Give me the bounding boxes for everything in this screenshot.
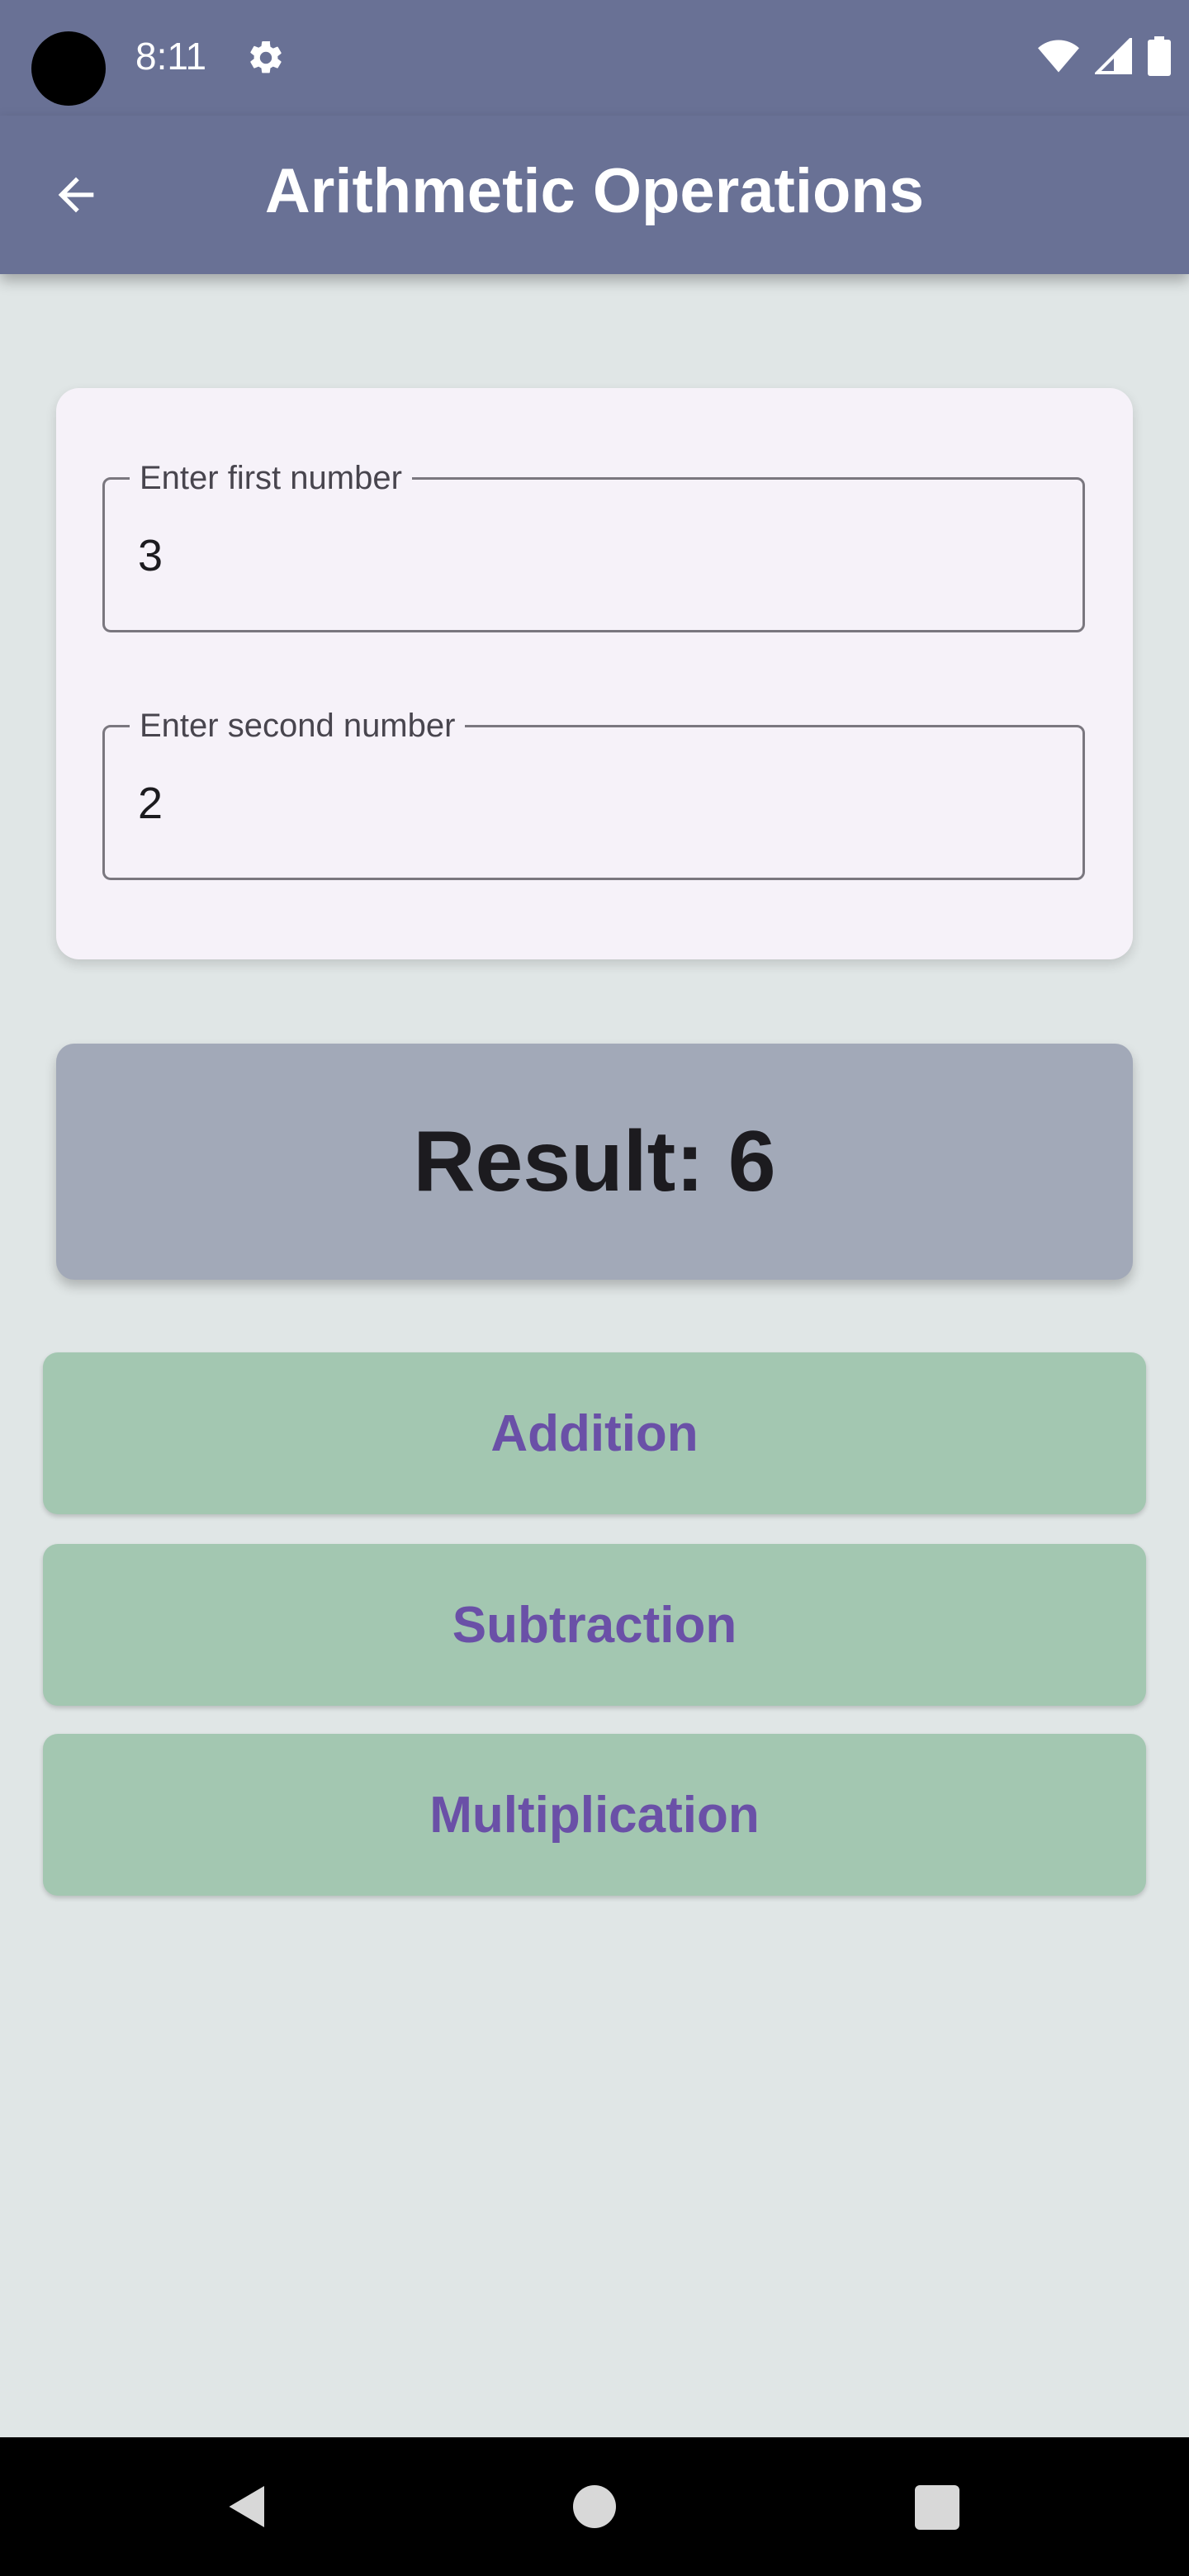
first-number-value[interactable]: 3 [138, 529, 163, 582]
cell-signal-icon [1095, 38, 1132, 74]
camera-cutout [31, 31, 106, 106]
second-number-label: Enter second number [130, 706, 466, 746]
second-number-field[interactable]: Enter second number 2 [102, 706, 1085, 880]
result-card: Result: 6 [56, 1044, 1133, 1280]
status-bar: 8:11 [0, 0, 1189, 116]
nav-home-icon[interactable] [573, 2485, 616, 2528]
second-number-value[interactable]: 2 [138, 777, 163, 830]
nav-back-icon[interactable] [223, 2482, 272, 2531]
input-card: Enter first number 3 Enter second number… [56, 388, 1133, 959]
first-number-field[interactable]: Enter first number 3 [102, 458, 1085, 632]
multiplication-button[interactable]: Multiplication [43, 1734, 1146, 1896]
battery-icon [1148, 36, 1171, 76]
settings-gear-icon [250, 40, 282, 73]
app-bar: Arithmetic Operations [0, 116, 1189, 274]
page-title: Arithmetic Operations [264, 156, 925, 226]
first-number-label: Enter first number [130, 458, 412, 498]
nav-recents-icon[interactable] [915, 2485, 959, 2530]
subtraction-button[interactable]: Subtraction [43, 1544, 1146, 1706]
status-time: 8:11 [135, 35, 207, 78]
result-text: Result: 6 [413, 1113, 776, 1210]
system-nav-bar [0, 2437, 1189, 2576]
addition-button[interactable]: Addition [43, 1352, 1146, 1514]
wifi-icon [1038, 40, 1079, 73]
status-icons [1037, 35, 1171, 78]
